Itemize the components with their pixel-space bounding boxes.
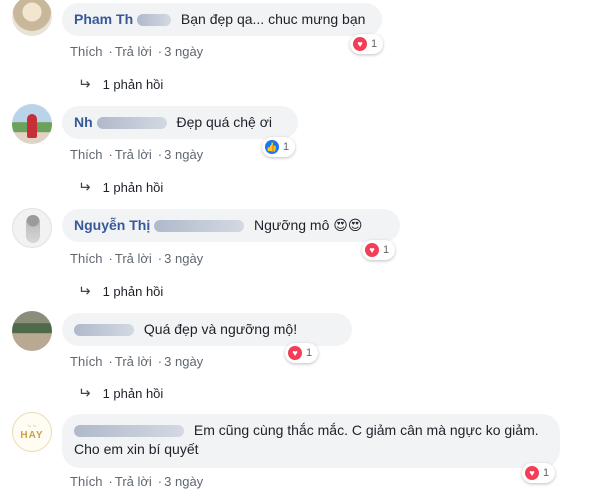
view-replies[interactable]: ↵ 1 phản hồi bbox=[78, 75, 163, 93]
hay-logo: HAY bbox=[20, 429, 44, 441]
author-name[interactable]: Nh bbox=[74, 114, 93, 130]
author-name-blur bbox=[96, 114, 167, 130]
comment-actions: Thích · Trả lời · 3 ngày bbox=[70, 147, 204, 162]
heart-icon: ♥ bbox=[353, 37, 367, 51]
reaction-count: 1 bbox=[383, 244, 390, 256]
like-button[interactable]: Thích bbox=[70, 147, 103, 162]
comment-text: Ngưỡng mô bbox=[254, 217, 330, 233]
reply-button[interactable]: Trả lời bbox=[115, 354, 152, 369]
heart-icon: ♥ bbox=[525, 466, 539, 480]
reaction-badge[interactable]: ♥ 1 bbox=[350, 34, 384, 54]
thumbs-up-icon: 👍 bbox=[265, 140, 279, 154]
reaction-count: 1 bbox=[306, 347, 313, 359]
reply-button[interactable]: Trả lời bbox=[115, 251, 152, 266]
comment-bubble: Nguyễn Thị Ngưỡng mô 😍😍 bbox=[62, 209, 400, 242]
reply-arrow-icon: ↵ bbox=[78, 283, 91, 300]
author-name-blur bbox=[154, 217, 245, 233]
replies-count[interactable]: 1 phản hồi bbox=[103, 77, 164, 92]
reply-button[interactable]: Trả lời bbox=[115, 44, 152, 59]
replies-count[interactable]: 1 phản hồi bbox=[103, 386, 164, 401]
comment-bubble: Quá đẹp và ngưỡng mộ! bbox=[62, 313, 352, 346]
avatar[interactable] bbox=[12, 208, 52, 248]
comment-bubble: Pham Th Bạn đẹp qa... chuc mưng bạn bbox=[62, 3, 382, 36]
author-name-blur bbox=[137, 11, 172, 27]
like-button[interactable]: Thích bbox=[70, 44, 103, 59]
comment-actions: Thích · Trả lời · 3 ngày bbox=[70, 44, 204, 59]
reaction-badge[interactable]: ♥ 1 bbox=[285, 343, 319, 363]
comment-text: Đẹp quá chệ ơi bbox=[176, 114, 273, 130]
timestamp[interactable]: 3 ngày bbox=[164, 354, 203, 369]
comment-bubble: Em cũng cùng thắc mắc. C giảm cân mà ngự… bbox=[62, 414, 560, 468]
like-button[interactable]: Thích bbox=[70, 474, 103, 489]
reaction-badge[interactable]: ♥ 1 bbox=[522, 463, 556, 483]
reaction-badge[interactable]: 👍 1 bbox=[262, 137, 296, 157]
avatar[interactable] bbox=[12, 0, 52, 36]
reaction-badge[interactable]: ♥ 1 bbox=[362, 240, 396, 260]
author-name-blur bbox=[74, 422, 184, 438]
reply-button[interactable]: Trả lời bbox=[115, 147, 152, 162]
reaction-count: 1 bbox=[371, 38, 378, 50]
comment-bubble: Nh Đẹp quá chệ ơi bbox=[62, 106, 298, 139]
replies-count[interactable]: 1 phản hồi bbox=[103, 180, 164, 195]
reply-button[interactable]: Trả lời bbox=[115, 474, 152, 489]
reply-arrow-icon: ↵ bbox=[78, 76, 91, 93]
author-name[interactable]: Nguyễn Thị bbox=[74, 217, 150, 233]
timestamp[interactable]: 3 ngày bbox=[164, 474, 203, 489]
timestamp[interactable]: 3 ngày bbox=[164, 44, 203, 59]
view-replies[interactable]: ↵ 1 phản hồi bbox=[78, 178, 163, 196]
like-button[interactable]: Thích bbox=[70, 354, 103, 369]
reply-arrow-icon: ↵ bbox=[78, 385, 91, 402]
timestamp[interactable]: 3 ngày bbox=[164, 147, 203, 162]
author-name[interactable]: Pham Th bbox=[74, 11, 133, 27]
reaction-count: 1 bbox=[283, 141, 290, 153]
like-button[interactable]: Thích bbox=[70, 251, 103, 266]
comment-actions: Thích · Trả lời · 3 ngày bbox=[70, 354, 204, 369]
avatar[interactable] bbox=[12, 311, 52, 351]
heart-icon: ♥ bbox=[365, 243, 379, 257]
avatar[interactable] bbox=[12, 104, 52, 144]
view-replies[interactable]: ↵ 1 phản hồi bbox=[78, 384, 163, 402]
heart-icon: ♥ bbox=[288, 346, 302, 360]
heart-eyes-emoji: 😍😍 bbox=[333, 217, 363, 233]
author-name-blur bbox=[74, 321, 134, 337]
timestamp[interactable]: 3 ngày bbox=[164, 251, 203, 266]
reply-arrow-icon: ↵ bbox=[78, 179, 91, 196]
reaction-count: 1 bbox=[543, 467, 550, 479]
comment-text: Quá đẹp và ngưỡng mộ! bbox=[143, 321, 298, 337]
avatar[interactable]: ~ ~ HAY bbox=[12, 412, 52, 452]
view-replies[interactable]: ↵ 1 phản hồi bbox=[78, 282, 163, 300]
comment-actions: Thích · Trả lời · 3 ngày bbox=[70, 474, 204, 489]
comment-actions: Thích · Trả lời · 3 ngày bbox=[70, 251, 204, 266]
replies-count[interactable]: 1 phản hồi bbox=[103, 284, 164, 299]
comment-text: Bạn đẹp qa... chuc mưng bạn bbox=[180, 11, 366, 27]
